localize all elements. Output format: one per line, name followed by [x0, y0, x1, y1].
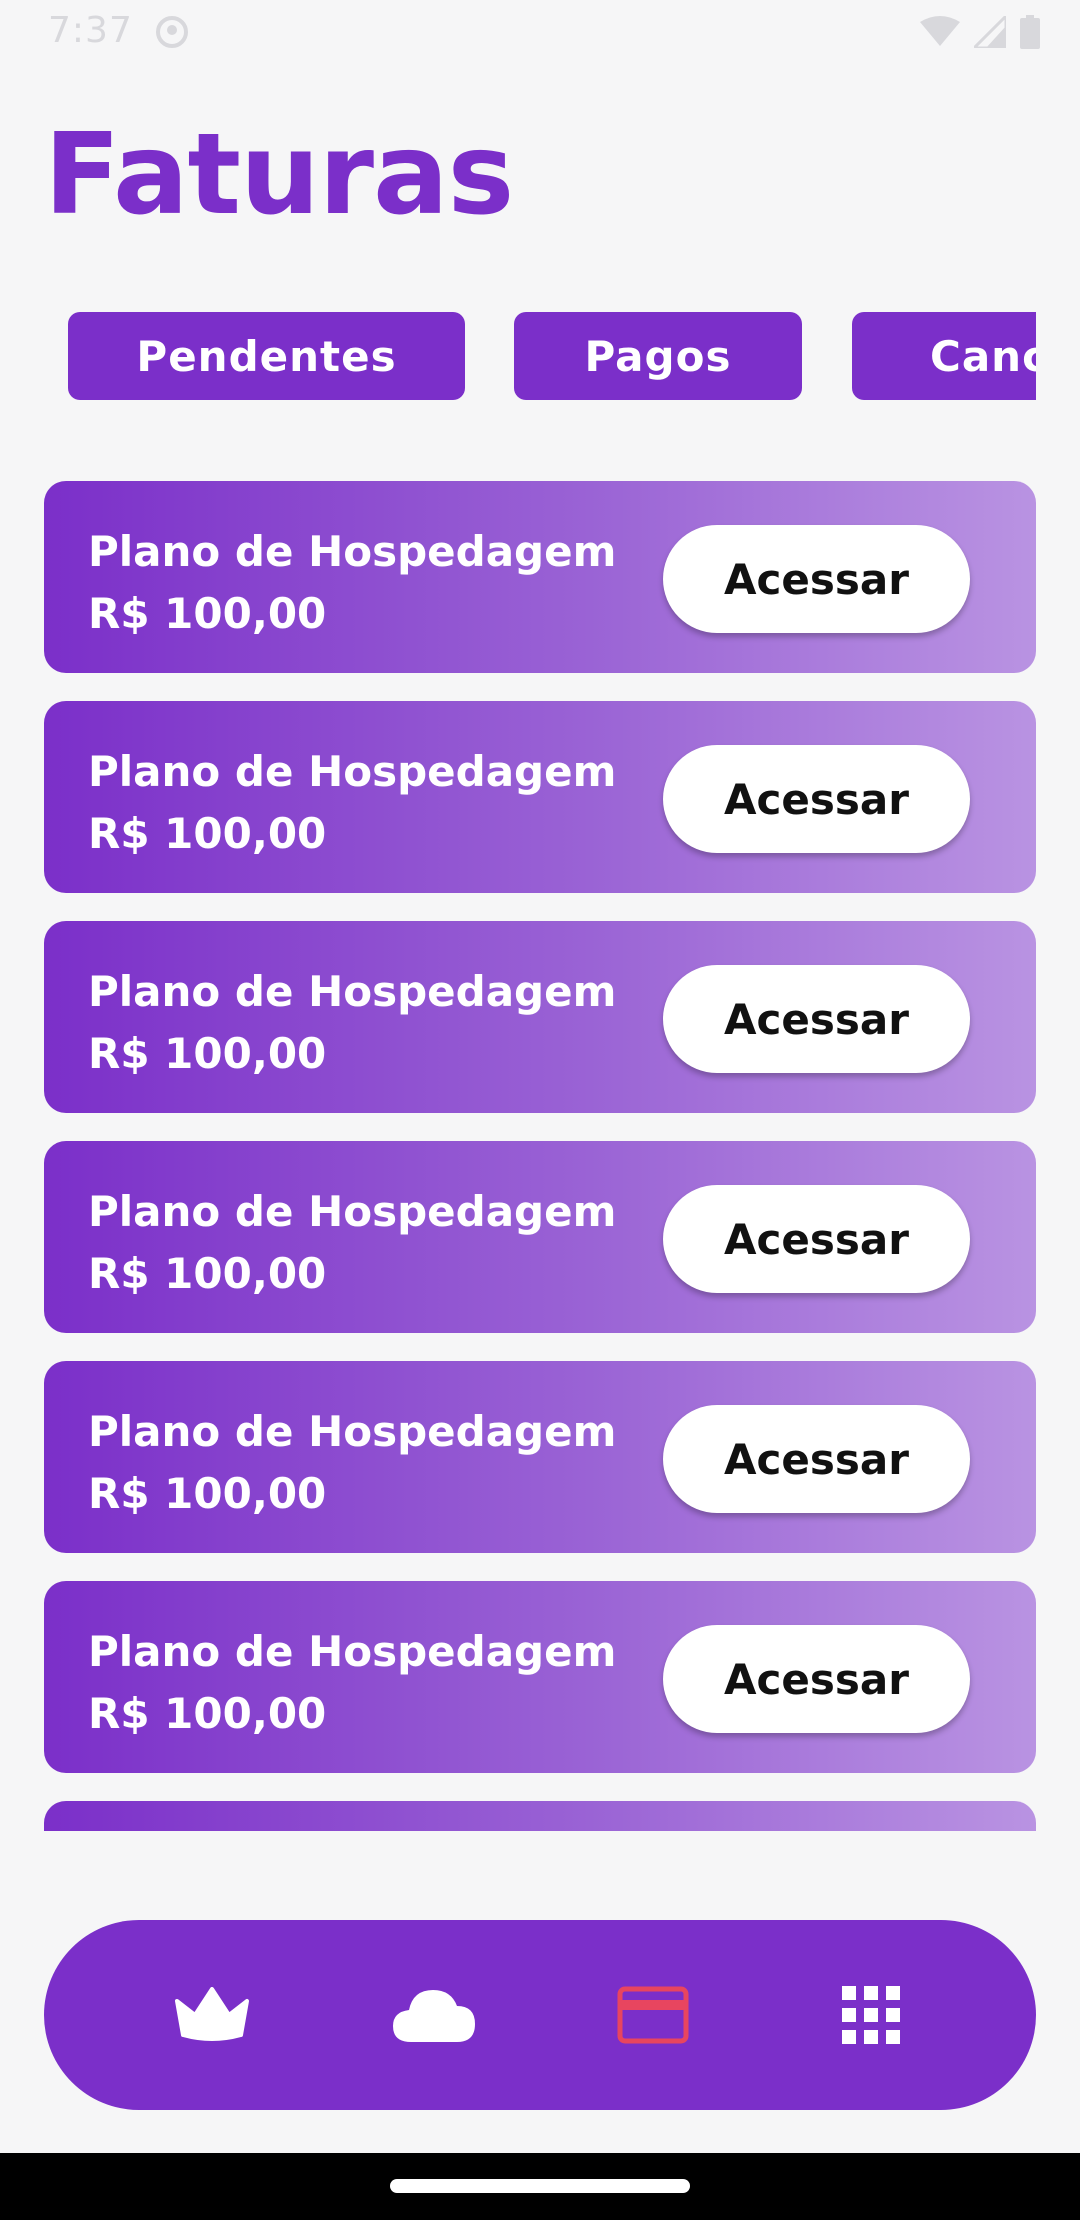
access-button[interactable]: Acessar [663, 525, 970, 633]
invoice-card: Plano de Hospedagem R$ 100,00 Acessar [44, 701, 1036, 893]
bottom-nav [44, 1920, 1036, 2110]
invoice-title: Plano de Hospedagem [88, 1627, 617, 1676]
invoice-card: Plano de Hospedagem R$ 100,00 Acessar [44, 481, 1036, 673]
invoice-info: Plano de Hospedagem R$ 100,00 [88, 1401, 616, 1525]
nav-item-menu[interactable] [821, 1965, 921, 2065]
access-button[interactable]: Acessar [663, 1405, 970, 1513]
home-indicator[interactable] [390, 2179, 690, 2193]
invoice-title: Plano de Hospedagem [88, 967, 617, 1016]
access-button[interactable]: Acessar [663, 1185, 970, 1293]
invoice-price: R$ 100,00 [88, 1249, 327, 1298]
access-button[interactable]: Acessar [663, 745, 970, 853]
invoice-card: Plano de Hospedagem R$ 100,00 Acessar [44, 1141, 1036, 1333]
tab-pagos[interactable]: Pagos [514, 312, 802, 400]
battery-icon [1020, 15, 1040, 49]
cloud-icon [393, 1990, 475, 2042]
invoice-card-partial [44, 1801, 1036, 1831]
filter-tabs: Pendentes Pagos Canc [0, 312, 1036, 402]
nav-item-plans[interactable] [162, 1965, 262, 2065]
nav-item-hosting[interactable] [384, 1965, 484, 2065]
invoice-info: Plano de Hospedagem R$ 100,00 [88, 1621, 616, 1745]
system-nav-bar [0, 2153, 1080, 2220]
invoice-price: R$ 100,00 [88, 1689, 327, 1738]
page-title: Faturas [44, 110, 514, 240]
access-button[interactable]: Acessar [663, 1625, 970, 1733]
crown-icon [175, 1987, 249, 2041]
notification-circle-icon [156, 16, 188, 48]
invoice-card: Plano de Hospedagem R$ 100,00 Acessar [44, 1581, 1036, 1773]
status-time: 7:37 [48, 10, 133, 51]
invoice-price: R$ 100,00 [88, 1029, 327, 1078]
invoice-info: Plano de Hospedagem R$ 100,00 [88, 521, 616, 645]
invoice-title: Plano de Hospedagem [88, 1187, 617, 1236]
invoice-title: Plano de Hospedagem [88, 1407, 617, 1456]
access-button[interactable]: Acessar [663, 965, 970, 1073]
invoice-info: Plano de Hospedagem R$ 100,00 [88, 961, 616, 1085]
status-bar: 7:37 [0, 0, 1080, 64]
invoice-card: Plano de Hospedagem R$ 100,00 Acessar [44, 921, 1036, 1113]
nav-item-invoices[interactable] [603, 1965, 703, 2065]
invoice-title: Plano de Hospedagem [88, 527, 617, 576]
tab-cancelados[interactable]: Canc [852, 312, 1036, 400]
grid-icon [842, 1986, 900, 2044]
credit-card-icon [617, 1986, 689, 2044]
invoice-list[interactable]: Plano de Hospedagem R$ 100,00 Acessar Pl… [44, 481, 1036, 1831]
invoice-price: R$ 100,00 [88, 809, 327, 858]
invoice-price: R$ 100,00 [88, 589, 327, 638]
invoice-info: Plano de Hospedagem R$ 100,00 [88, 1181, 616, 1305]
wifi-icon [920, 16, 960, 46]
signal-icon [974, 16, 1006, 48]
invoice-title: Plano de Hospedagem [88, 747, 617, 796]
status-icons [920, 14, 1040, 50]
invoice-card: Plano de Hospedagem R$ 100,00 Acessar [44, 1361, 1036, 1553]
tab-pendentes[interactable]: Pendentes [68, 312, 465, 400]
invoice-info: Plano de Hospedagem R$ 100,00 [88, 741, 616, 865]
invoice-price: R$ 100,00 [88, 1469, 327, 1518]
